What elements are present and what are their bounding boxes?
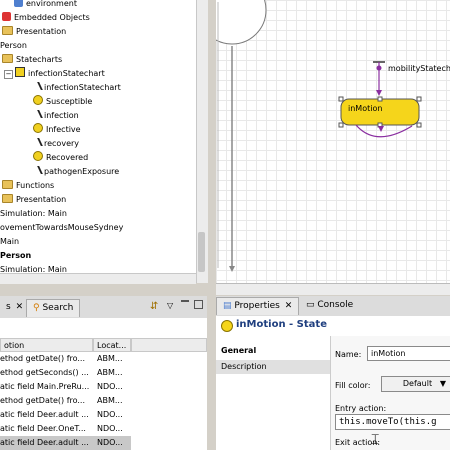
table-row[interactable]: ethod getDate() fro... ABM... [0,394,207,408]
transition-icon [33,166,41,175]
state-icon [33,123,43,133]
canvas-horizontal-scrollbar[interactable] [216,283,450,295]
tree-item-person-bold[interactable]: Person [0,249,31,262]
results-tab-bar: s ✕ ⚲ Search ⇵ ▽ [0,296,207,319]
tree-item-functions[interactable]: Functions [2,179,54,192]
handle-icon[interactable] [416,122,422,128]
tree-item-movement-model[interactable]: ovementTowardsMouseSydney [0,221,123,234]
table-row[interactable]: ethod getDate() fro... ABM... [0,352,207,366]
entry-action-label: Entry action: [335,404,387,413]
section-general[interactable]: General [216,344,330,358]
statechart-entry-icon [33,82,41,91]
section-description[interactable]: Description [216,360,330,374]
environment-icon [14,0,23,7]
name-label: Name: [335,350,362,359]
entry-arrow [376,90,382,96]
table-row[interactable]: atic field Deer.OneT... NDO... [0,422,207,436]
tree-item-infective[interactable]: Infective [33,123,81,136]
tree-item-embedded-objects[interactable]: Embedded Objects [2,11,90,24]
properties-tab-bar: ▤ Properties ✕ ▭ Console [216,296,450,317]
handle-icon[interactable] [338,96,344,102]
project-tree[interactable]: environment Embedded Objects Presentatio… [0,0,207,283]
tree-item-recovered[interactable]: Recovered [33,151,88,164]
column-header-location[interactable]: Locat... [93,338,131,352]
state-label: inMotion [348,104,382,113]
table-row-selected[interactable]: atic field Deer.adult ... NDO... [0,436,131,450]
entry-dot [376,65,382,71]
tab-properties[interactable]: ▤ Properties ✕ [216,297,300,315]
column-header-empty [131,338,207,352]
table-row[interactable]: atic field Deer.adult ... NDO... [0,408,207,422]
transition-icon [33,110,41,119]
statecharts-icon [2,54,13,63]
search-icon: ⚲ [33,303,40,313]
view-menu-icon[interactable]: ▽ [167,301,173,310]
state-icon [33,95,43,105]
presentation-icon [2,26,13,35]
properties-icon: ▤ [223,301,232,311]
tree-item-environment[interactable]: environment [14,0,77,10]
properties-header: inMotion - State [216,316,450,337]
embedded-objects-icon [2,12,11,21]
fill-color-label: Fill color: [335,381,371,390]
mouse-cursor-icon: ⌶ [371,432,380,448]
statechart-icon [15,67,25,77]
tree-item-person[interactable]: Person [0,39,27,52]
handle-icon[interactable] [338,122,344,128]
collapse-icon[interactable]: − [4,70,13,79]
column-header-description[interactable]: otion [0,338,93,352]
transition-icon [33,138,41,147]
table-row[interactable]: atic field Main.PreRu... NDO... [0,380,207,394]
arrow-head [229,266,235,272]
tab-s[interactable]: s ✕ [0,299,29,316]
tree-item-pathogen-exposure[interactable]: pathogenExposure [33,165,119,178]
tab-search[interactable]: ⚲ Search [26,299,81,317]
statechart-label: mobilityStatech [388,64,450,73]
maximize-icon[interactable] [194,300,203,309]
tree-item-infection-statechart[interactable]: − infectionStatechart [4,67,105,80]
state-icon [221,320,233,332]
handle-icon[interactable] [377,96,383,102]
presentation-icon [2,194,13,203]
fill-color-select[interactable]: Default ▼ [381,376,450,392]
self-transition[interactable] [355,124,413,138]
tree-item-susceptible[interactable]: Susceptible [33,95,92,108]
tree-item-statechart-entry[interactable]: infectionStatechart [33,81,121,94]
canvas-drawing: mobilityStatech inMotion [216,0,450,272]
tree-item-presentation[interactable]: Presentation [2,25,66,38]
functions-icon [2,180,13,189]
console-icon: ▭ [306,300,315,310]
table-row[interactable]: ethod getSeconds() ... ABM... [0,366,207,380]
properties-title: inMotion - State [236,319,327,330]
tree-item-infection[interactable]: infection [33,109,79,122]
close-icon[interactable]: ✕ [285,301,293,311]
tree-item-statecharts[interactable]: Statecharts [2,53,62,66]
statechart-canvas[interactable]: mobilityStatech inMotion [216,0,450,283]
properties-sections: General Description [216,336,330,450]
tree-horizontal-scrollbar[interactable] [0,273,196,284]
tree-item-simulation-main[interactable]: Simulation: Main [0,207,67,220]
tree-item-main[interactable]: Main [0,235,19,248]
tree-item-presentation-2[interactable]: Presentation [2,193,66,206]
tree-item-recovery[interactable]: recovery [33,137,79,150]
toolbar-icon[interactable]: ⇵ [150,301,158,312]
tab-console[interactable]: ▭ Console [300,297,359,314]
dropdown-arrow-icon: ▼ [439,379,446,388]
properties-form: Name: inMotion Fill color: Default ▼ Ent… [330,336,450,450]
entry-action-field[interactable]: this.moveTo(this.g [335,414,450,430]
handle-icon[interactable] [416,96,422,102]
name-field[interactable]: inMotion [367,346,450,361]
minimize-icon[interactable] [181,300,189,305]
tree-scroll-thumb[interactable] [198,232,205,272]
close-icon[interactable]: ✕ [16,302,24,312]
self-transition-arrow [378,126,384,132]
agent-shape[interactable] [216,0,267,45]
state-icon [33,151,43,161]
